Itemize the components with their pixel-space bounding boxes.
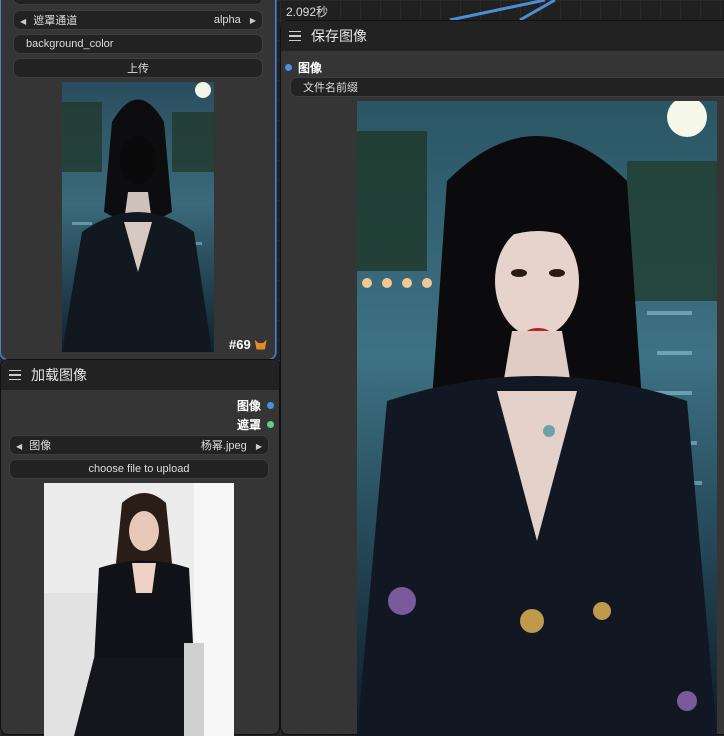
upload-button[interactable]: 上传 — [13, 58, 263, 78]
mask-channel-value: alpha — [213, 14, 241, 26]
save-image-title: 保存图像 — [311, 28, 367, 44]
saved-image-preview — [357, 101, 717, 736]
node-id-badge: #69 — [229, 337, 267, 352]
mask-composite-node[interactable]: ◀ 遮罩通道 alpha ▶ background_color 上传 #69 — [0, 0, 276, 360]
mask-channel-label: 遮罩通道 — [33, 15, 78, 27]
triangle-right-icon[interactable]: ▶ — [256, 442, 262, 451]
output-image-slot[interactable]: 图像 — [237, 397, 275, 414]
save-image-header[interactable]: 保存图像 — [281, 21, 724, 51]
load-image-node[interactable]: 加载图像 图像 遮罩 ◀ 图像 杨幂.jpeg ▶ choose file to… — [0, 359, 280, 736]
image-file-combo[interactable]: ◀ 图像 杨幂.jpeg ▶ — [9, 435, 269, 455]
fox-icon — [254, 339, 267, 350]
menu-icon[interactable] — [289, 30, 301, 42]
menu-icon[interactable] — [9, 369, 21, 381]
load-image-title: 加载图像 — [31, 367, 87, 383]
execution-timer: 2.092秒 — [286, 5, 329, 19]
load-image-header[interactable]: 加载图像 — [1, 360, 279, 390]
loaded-image-preview — [44, 483, 234, 736]
output-mask-slot[interactable]: 遮罩 — [237, 416, 275, 433]
filename-prefix-field[interactable]: 文件名前缀 — [290, 77, 724, 97]
triangle-left-icon[interactable]: ◀ — [16, 442, 22, 451]
mask-channel-combo[interactable]: ◀ 遮罩通道 alpha ▶ — [13, 10, 263, 30]
image-slot-dot[interactable] — [285, 64, 292, 71]
mask-channel-combo[interactable] — [13, 0, 263, 5]
image-slot-dot[interactable] — [267, 402, 275, 409]
background-color-field[interactable]: background_color — [13, 34, 263, 54]
masked-preview-image — [62, 82, 214, 352]
input-image-slot[interactable]: 图像 — [285, 59, 322, 76]
mask-slot-dot[interactable] — [267, 421, 275, 428]
triangle-right-icon[interactable]: ▶ — [250, 16, 256, 25]
choose-file-button[interactable]: choose file to upload — [9, 459, 269, 479]
triangle-left-icon[interactable]: ◀ — [20, 17, 26, 26]
save-image-node[interactable]: 保存图像 图像 文件名前缀 — [280, 20, 724, 736]
